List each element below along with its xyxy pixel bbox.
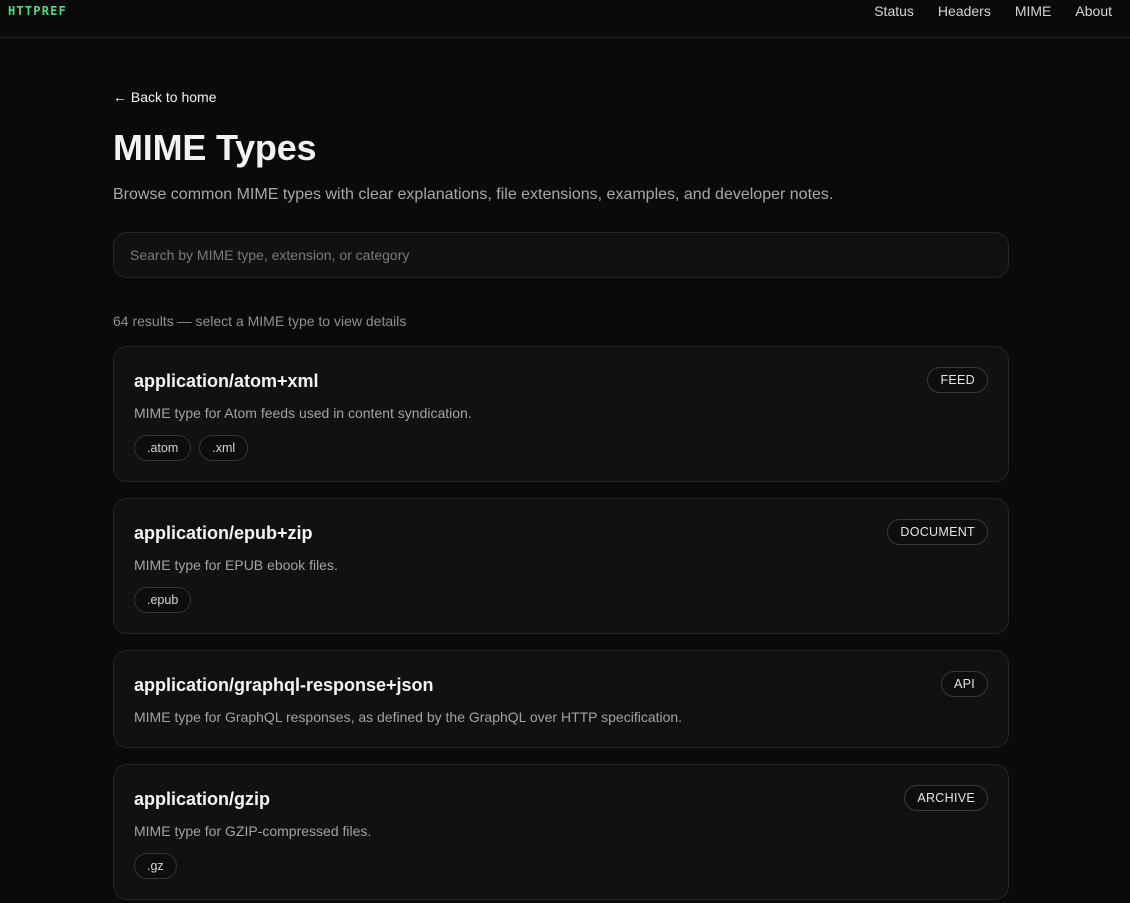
page-subtitle: Browse common MIME types with clear expl… [113, 186, 834, 203]
extension-tag: .gz [134, 853, 177, 879]
nav-link-status[interactable]: Status [874, 3, 914, 19]
extension-tag: .atom [134, 435, 192, 461]
mime-type-name[interactable]: application/epub+zip [134, 523, 313, 544]
extension-list: .gz [134, 853, 177, 879]
mime-type-description: MIME type for Atom feeds used in content… [134, 405, 472, 421]
mime-type-name[interactable]: application/graphql-response+json [134, 675, 434, 696]
extension-tag: .xml [199, 435, 249, 461]
category-badge: DOCUMENT [887, 519, 988, 545]
mime-card-atom-xml[interactable]: application/atom+xml FEED MIME type for … [113, 346, 1009, 482]
site-logo[interactable]: HTTPREF [8, 4, 67, 18]
back-to-home-link[interactable]: ← Back to home [113, 89, 217, 105]
mime-card-epub-zip[interactable]: application/epub+zip DOCUMENT MIME type … [113, 498, 1009, 634]
page-title: MIME Types [113, 127, 317, 168]
extension-list: .epub [134, 587, 192, 613]
top-navbar: HTTPREF Status Headers MIME About [0, 0, 1130, 38]
search-input[interactable] [114, 233, 1008, 277]
results-count: 64 results — select a MIME type to view … [113, 313, 407, 329]
nav-link-mime[interactable]: MIME [1015, 3, 1052, 19]
category-badge: ARCHIVE [904, 785, 988, 811]
mime-type-description: MIME type for EPUB ebook files. [134, 557, 338, 573]
mime-type-name[interactable]: application/atom+xml [134, 371, 319, 392]
nav-link-headers[interactable]: Headers [938, 3, 991, 19]
mime-type-name[interactable]: application/gzip [134, 789, 270, 810]
nav-link-about[interactable]: About [1075, 3, 1112, 19]
category-badge: FEED [927, 367, 988, 393]
extension-list: .atom .xml [134, 435, 249, 461]
mime-card-gzip[interactable]: application/gzip ARCHIVE MIME type for G… [113, 764, 1009, 900]
extension-tag: .epub [134, 587, 192, 613]
main-nav: Status Headers MIME About [850, 3, 1112, 19]
category-badge: API [940, 671, 988, 697]
mime-card-graphql-response-json[interactable]: application/graphql-response+json API MI… [113, 650, 1009, 748]
search-box [113, 232, 1009, 278]
mime-type-description: MIME type for GZIP-compressed files. [134, 823, 372, 839]
mime-type-description: MIME type for GraphQL responses, as defi… [134, 709, 683, 725]
